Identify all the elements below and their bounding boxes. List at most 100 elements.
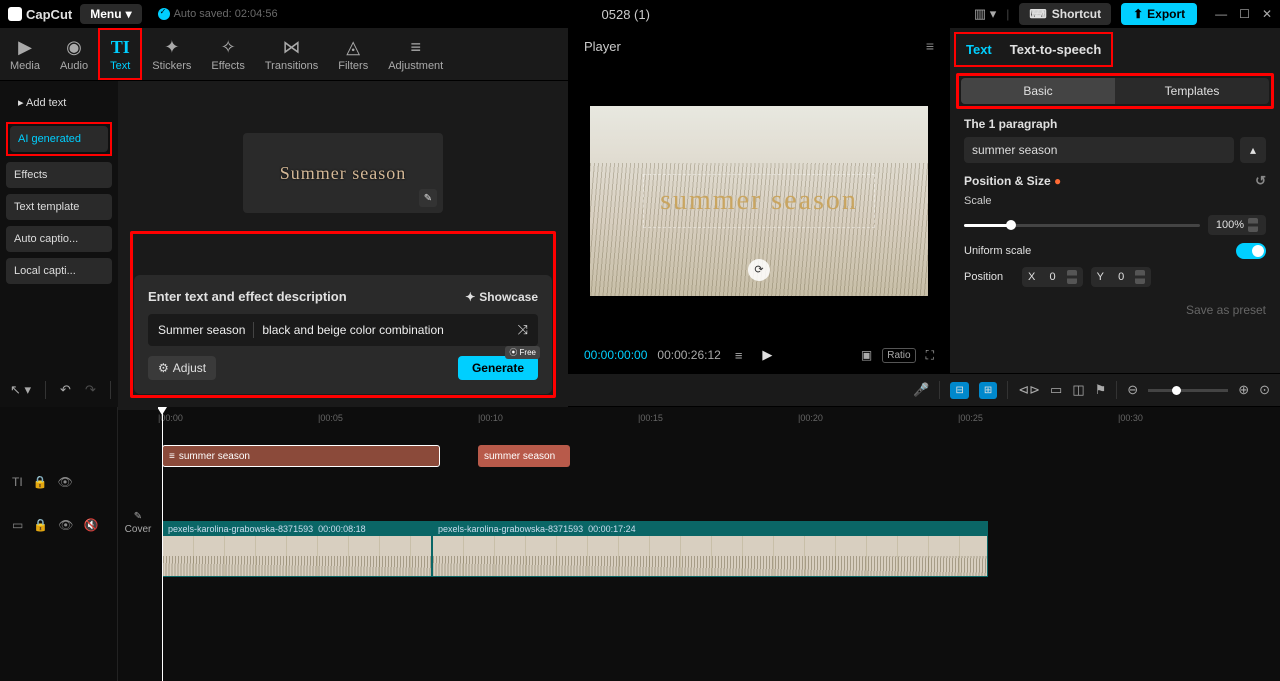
linkage-icon[interactable]: ▭ (1050, 382, 1062, 398)
shortcut-button[interactable]: ⌨ Shortcut (1019, 3, 1111, 25)
snap-icon[interactable]: ⊲⊳ (1018, 382, 1040, 398)
playhead[interactable] (162, 407, 163, 681)
sidebar-item-effects[interactable]: Effects (6, 162, 112, 188)
subtab-basic[interactable]: Basic (961, 78, 1115, 104)
sidebar-item-text-template[interactable]: Text template (6, 194, 112, 220)
scale-value[interactable]: 100% (1208, 215, 1266, 235)
generate-button[interactable]: Generate (458, 356, 538, 380)
redo-button[interactable]: ↷ (85, 382, 96, 398)
app-logo: CapCut (8, 7, 72, 22)
preview-axis-icon[interactable]: ◫ (1072, 382, 1084, 398)
scale-slider[interactable] (964, 224, 1200, 227)
collapse-button[interactable]: ▴ (1240, 137, 1266, 163)
adjust-button[interactable]: ⚙ Adjust (148, 356, 216, 380)
text-clip-2[interactable]: summer season (478, 445, 570, 467)
player-viewport[interactable]: summer season ⟳ (572, 64, 946, 337)
position-x-input[interactable]: X 0 (1022, 267, 1083, 287)
tab-text-inspector[interactable]: Text (966, 42, 992, 57)
subtab-templates[interactable]: Templates (1115, 78, 1269, 104)
tab-tts[interactable]: Text-to-speech (1010, 42, 1102, 57)
flag-icon[interactable]: ⚑ (1095, 382, 1107, 398)
player-panel: Player ≡ summer season ⟳ 00:00:00:00 00:… (568, 28, 950, 373)
tab-adjustment[interactable]: ≡Adjustment (378, 28, 453, 80)
reset-icon[interactable]: ↺ (1255, 173, 1266, 189)
video-clip-2[interactable]: pexels-karolina-grabowska-8371593 00:00:… (432, 521, 988, 577)
eye-icon[interactable]: 👁 (58, 475, 73, 489)
sidebar-item-auto-captions[interactable]: Auto captio... (6, 226, 112, 252)
maximize-button[interactable]: ☐ (1239, 7, 1250, 21)
text-canvas-area: Summer season ✎ Enter text and effect de… (118, 81, 568, 410)
ai-text-input[interactable]: Summer season (158, 323, 245, 337)
lock-icon[interactable]: 🔒 (33, 475, 48, 489)
tab-effects[interactable]: ✧Effects (201, 28, 254, 80)
layout-icon[interactable]: ▥ ▾ (974, 6, 996, 22)
lock-icon[interactable]: 🔒 (33, 518, 48, 532)
edit-icon[interactable]: ✎ (419, 189, 437, 207)
tab-text[interactable]: TIText (98, 28, 142, 80)
magnet-main-button[interactable]: ⊟ (950, 382, 968, 399)
project-title: 0528 (1) (286, 7, 966, 22)
crop-icon[interactable]: ▣ (861, 348, 872, 362)
mic-icon[interactable]: 🎤 (913, 382, 929, 398)
showcase-button[interactable]: ✦ Showcase (465, 290, 538, 304)
spinner-icon[interactable] (1135, 270, 1145, 284)
close-button[interactable]: ✕ (1262, 7, 1272, 21)
effects-icon: ✧ (221, 36, 236, 58)
timeline-ruler[interactable]: |00:00 |00:05 |00:10 |00:15 |00:20 |00:2… (158, 407, 1280, 431)
player-menu-icon[interactable]: ≡ (926, 38, 934, 54)
position-y-input[interactable]: Y 0 (1091, 267, 1152, 287)
text-content-input[interactable]: summer season (964, 137, 1234, 163)
tab-filters[interactable]: ◬Filters (328, 28, 378, 80)
app-name: CapCut (26, 7, 72, 22)
edit-icon: ✎ (134, 511, 142, 522)
zoom-slider[interactable] (1148, 389, 1228, 392)
tab-stickers[interactable]: ✦Stickers (142, 28, 201, 80)
magnet-track-button[interactable]: ⊞ (979, 382, 997, 399)
play-button[interactable]: ▶ (762, 347, 772, 363)
spinner-icon[interactable] (1067, 270, 1077, 284)
shuffle-icon[interactable]: ⤨ (518, 322, 528, 338)
sidebar-item-local-captions[interactable]: Local capti... (6, 258, 112, 284)
ai-input-row[interactable]: Summer season black and beige color comb… (148, 314, 538, 346)
zoom-fit-button[interactable]: ⊙ (1259, 382, 1270, 398)
cover-button[interactable]: ✎ Cover (117, 503, 160, 543)
mute-icon[interactable]: 🔇 (84, 518, 99, 532)
sidebar-item-ai-generated[interactable]: AI generated (10, 126, 108, 152)
export-button[interactable]: ⬆ Export (1121, 3, 1197, 25)
ai-effect-input[interactable]: black and beige color combination (262, 323, 443, 337)
uniform-scale-label: Uniform scale (964, 245, 1228, 257)
player-controls: 00:00:00:00 00:00:26:12 ≡ ▶ ▣ Ratio ⛶ (572, 337, 946, 373)
tab-transitions[interactable]: ⋈Transitions (255, 28, 328, 80)
tab-media[interactable]: ▶Media (0, 28, 50, 80)
fullscreen-icon[interactable]: ⛶ (926, 348, 934, 363)
ratio-button[interactable]: Ratio (882, 348, 915, 363)
sidebar-item-add-text[interactable]: ▸ Add text (6, 89, 112, 116)
ai-generate-panel: Enter text and effect description ✦ Show… (134, 275, 552, 394)
audio-icon: ◉ (66, 36, 82, 58)
eye-icon[interactable]: 👁 (58, 518, 73, 532)
video-frame: summer season ⟳ (590, 106, 928, 296)
text-preview-thumb[interactable]: Summer season ✎ (243, 133, 443, 213)
volume-icon[interactable]: ≡ (735, 348, 743, 363)
zoom-in-button[interactable]: ⊕ (1238, 382, 1249, 398)
menu-label: Menu (90, 7, 121, 21)
text-icon: TI (111, 36, 130, 58)
minimize-button[interactable]: — (1215, 7, 1227, 21)
zoom-out-button[interactable]: ⊖ (1127, 382, 1138, 398)
position-row: Position X 0 Y 0 (964, 267, 1266, 287)
menu-button[interactable]: Menu ▾ (80, 4, 141, 24)
refresh-icon[interactable]: ⟳ (748, 259, 770, 281)
text-clip-1[interactable]: ≡ summer season (162, 445, 440, 467)
ai-panel-title: Enter text and effect description (148, 289, 347, 304)
tab-audio[interactable]: ◉Audio (50, 28, 98, 80)
uniform-scale-toggle[interactable] (1236, 243, 1266, 259)
video-overlay-text[interactable]: summer season (643, 174, 875, 228)
selection-tool[interactable]: ↖ ▾ (10, 382, 31, 398)
save-preset-button[interactable]: Save as preset (950, 295, 1280, 325)
timeline-tracks[interactable]: |00:00 |00:05 |00:10 |00:15 |00:20 |00:2… (158, 407, 1280, 681)
spinner-icon[interactable] (1248, 218, 1258, 232)
video-track-header: ▭ 🔒 👁 🔇 (0, 497, 117, 553)
video-clip-1[interactable]: pexels-karolina-grabowska-8371593 00:00:… (162, 521, 432, 577)
position-size-label: Position & Size (964, 174, 1051, 188)
undo-button[interactable]: ↶ (60, 382, 71, 398)
